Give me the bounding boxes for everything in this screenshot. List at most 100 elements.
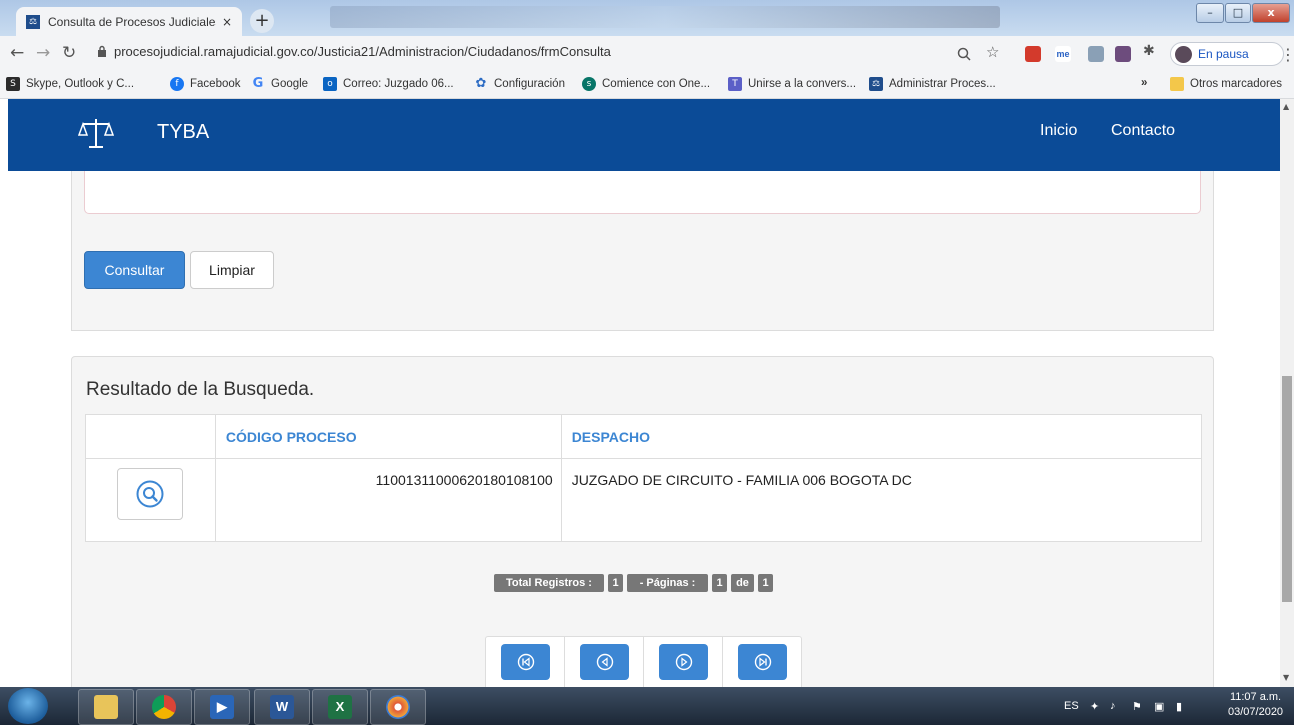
power-icon[interactable]: ▣ xyxy=(1154,700,1164,713)
sharepoint-icon: s xyxy=(582,77,596,91)
page-scrollbar[interactable]: ▲ ▼ xyxy=(1280,99,1294,687)
pager-cell xyxy=(723,637,802,687)
last-page-button[interactable] xyxy=(738,644,787,680)
bookmark-correo[interactable]: o Correo: Juzgado 06... xyxy=(323,77,454,91)
profile-button[interactable]: En pausa xyxy=(1170,42,1284,66)
action-center-flag-icon[interactable]: ⚑ xyxy=(1132,700,1142,713)
explorer-icon xyxy=(94,695,118,719)
bookmark-label: Google xyxy=(271,78,309,90)
bookmarks-overflow-button[interactable]: » xyxy=(1141,77,1147,89)
form-section-bottom xyxy=(84,171,1201,214)
results-table: CÓDIGO PROCESO DESPACHO 1100131100062018… xyxy=(85,414,1203,542)
bookmark-label: Correo: Juzgado 06... xyxy=(343,78,454,90)
previous-page-icon xyxy=(596,653,613,671)
bookmark-label: Configuración xyxy=(494,78,565,90)
taskbar-chrome[interactable] xyxy=(136,689,192,725)
bookmark-star-icon[interactable]: ☆ xyxy=(986,43,999,61)
nav-inicio-link[interactable]: Inicio xyxy=(1040,122,1077,140)
column-header-despacho[interactable]: DESPACHO xyxy=(560,414,1203,459)
tray-app-icon[interactable]: ✦ xyxy=(1090,700,1099,713)
bookmark-folder-otros[interactable]: Otros marcadores xyxy=(1170,77,1282,91)
extensions-puzzle-icon[interactable]: ✱ xyxy=(1143,43,1155,59)
minimize-button[interactable]: – xyxy=(1196,3,1224,23)
maximize-button[interactable]: □ xyxy=(1225,3,1251,23)
bookmark-skype[interactable]: S Skype, Outlook y C... xyxy=(6,77,134,91)
reload-icon[interactable]: ↻ xyxy=(62,43,76,63)
clock-date: 03/07/2020 xyxy=(1228,706,1284,718)
bookmark-configuracion[interactable]: ✿ Configuración xyxy=(474,77,565,91)
browser-tab[interactable]: ⚖ Consulta de Procesos Judiciales - × xyxy=(16,7,242,36)
results-panel: Resultado de la Busqueda. CÓDIGO PROCESO… xyxy=(71,356,1214,687)
search-form-panel: Consultar Limpiar xyxy=(71,171,1214,331)
scrollbar-thumb[interactable] xyxy=(1282,376,1292,602)
actions-cell xyxy=(85,458,216,542)
taskbar-word[interactable]: W xyxy=(254,689,310,725)
first-page-button[interactable] xyxy=(501,644,550,680)
taskbar-explorer[interactable] xyxy=(78,689,134,725)
site-brand[interactable]: TYBA xyxy=(157,121,209,144)
bookmark-label: Unirse a la convers... xyxy=(748,78,857,90)
google-icon: G xyxy=(252,76,264,91)
scroll-down-arrow-icon[interactable]: ▼ xyxy=(1283,673,1289,682)
outlook-icon: o xyxy=(323,77,337,91)
total-registros-label: Total Registros : xyxy=(494,574,604,592)
page-viewport: TYBA Inicio Contacto Consultar Limpiar R… xyxy=(0,99,1280,687)
rama-favicon-icon: ⚖ xyxy=(26,14,40,29)
bookmark-onedrive[interactable]: s Comience con One... xyxy=(582,77,710,91)
scales-of-justice-icon xyxy=(78,119,114,148)
bookmark-teams[interactable]: T Unirse a la convers... xyxy=(728,77,856,91)
view-process-button[interactable] xyxy=(117,468,184,520)
menu-kebab-icon[interactable]: ⋮ xyxy=(1280,45,1294,64)
codigo-proceso-cell: 11001311000620180108100 xyxy=(214,458,562,542)
lock-icon[interactable] xyxy=(97,45,107,57)
magnifier-icon xyxy=(136,480,164,508)
zoom-icon[interactable] xyxy=(956,46,972,62)
start-button[interactable] xyxy=(8,688,48,724)
browser-toolbar: ← → ↻ procesojudicial.ramajudicial.gov.c… xyxy=(0,36,1294,72)
despacho-cell: JUZGADO DE CIRCUITO - FAMILIA 006 BOGOTA… xyxy=(560,458,1203,542)
taskbar-excel[interactable]: X xyxy=(312,689,368,725)
folder-icon xyxy=(1170,77,1184,91)
bookmark-label: Skype, Outlook y C... xyxy=(26,78,135,90)
forward-arrow-icon[interactable]: → xyxy=(36,43,50,63)
consultar-button[interactable]: Consultar xyxy=(84,251,185,289)
bookmark-administrar[interactable]: ⚖ Administrar Proces... xyxy=(869,77,996,91)
table-header-row: CÓDIGO PROCESO DESPACHO xyxy=(85,414,1203,459)
volume-icon[interactable]: ♪ xyxy=(1110,700,1116,712)
extension-gray-icon[interactable] xyxy=(1088,46,1104,62)
column-header-actions xyxy=(85,414,216,459)
address-bar[interactable]: procesojudicial.ramajudicial.gov.co/Just… xyxy=(114,44,611,59)
extension-tv-icon[interactable] xyxy=(1115,46,1131,62)
bookmark-google[interactable]: G Google xyxy=(251,77,308,91)
paint-icon xyxy=(386,695,410,719)
previous-page-button[interactable] xyxy=(580,644,629,680)
limpiar-button[interactable]: Limpiar xyxy=(190,251,274,289)
next-page-button[interactable] xyxy=(659,644,708,680)
new-tab-button[interactable]: + xyxy=(250,9,274,33)
extension-red-icon[interactable] xyxy=(1025,46,1041,62)
extension-me-icon[interactable]: me xyxy=(1055,46,1071,62)
scroll-up-arrow-icon[interactable]: ▲ xyxy=(1283,102,1289,111)
chrome-icon xyxy=(152,695,176,719)
tab-close-icon[interactable]: × xyxy=(222,15,232,29)
gear-icon: ✿ xyxy=(475,76,487,91)
network-signal-icon[interactable]: ▮ xyxy=(1176,700,1182,713)
tab-title: Consulta de Procesos Judiciales - xyxy=(48,14,216,29)
profile-status: En pausa xyxy=(1198,47,1249,61)
close-window-button[interactable]: x xyxy=(1252,3,1290,23)
site-navbar: TYBA Inicio Contacto xyxy=(8,99,1280,171)
taskbar-paint[interactable] xyxy=(370,689,426,725)
first-page-icon xyxy=(517,653,534,671)
bookmark-facebook[interactable]: f Facebook xyxy=(170,77,241,91)
back-arrow-icon[interactable]: ← xyxy=(10,43,24,63)
taskbar-media[interactable]: ▶ xyxy=(194,689,250,725)
nav-contacto-link[interactable]: Contacto xyxy=(1111,122,1175,140)
column-header-codigo[interactable]: CÓDIGO PROCESO xyxy=(214,414,562,459)
system-clock[interactable]: 11:07 a.m. 03/07/2020 xyxy=(1228,690,1283,720)
total-registros-value: 1 xyxy=(608,574,623,592)
tab-strip: ⚖ Consulta de Procesos Judiciales - × + … xyxy=(0,0,1294,36)
current-page-value: 1 xyxy=(712,574,727,592)
pagination-controls xyxy=(485,636,802,687)
language-indicator[interactable]: ES xyxy=(1064,700,1079,712)
media-icon: ▶ xyxy=(210,695,234,719)
